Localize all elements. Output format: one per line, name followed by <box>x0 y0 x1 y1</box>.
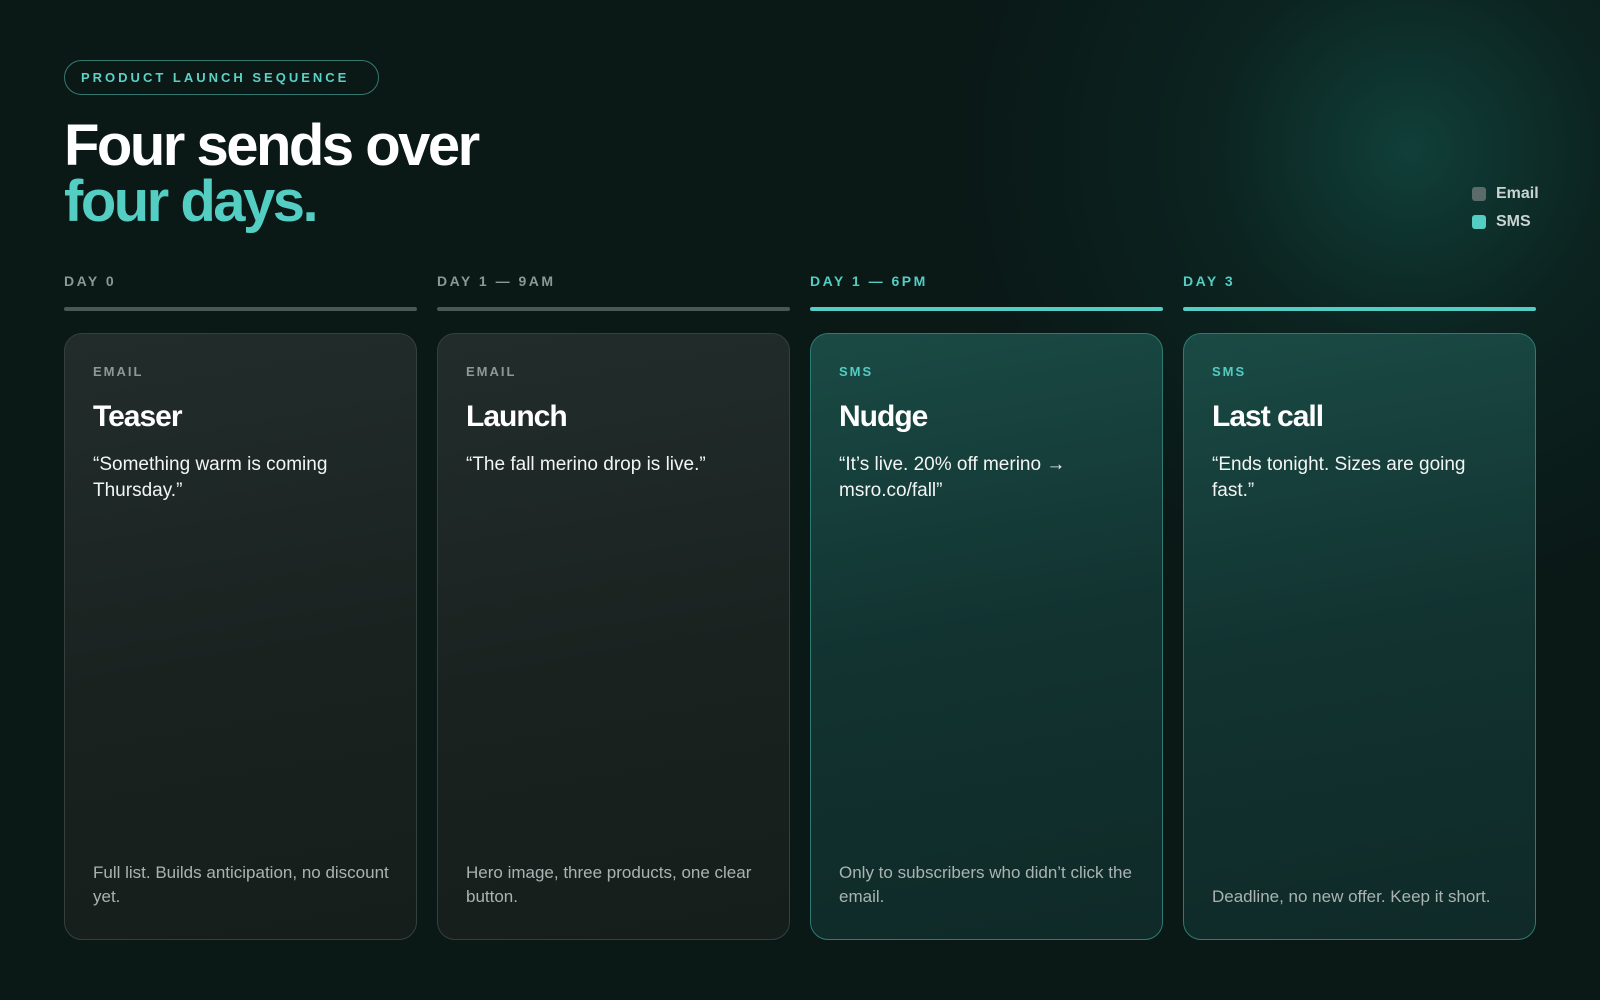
send-channel-label: SMS <box>1212 364 1247 379</box>
legend-label-sms: SMS <box>1496 213 1531 230</box>
send-card-teaser[interactable]: EMAIL Teaser “Something warm is coming T… <box>64 333 417 940</box>
legend-item-sms: SMS <box>1472 208 1539 236</box>
timeline-day-label: DAY 3 <box>1183 273 1236 289</box>
timeline-column-day-0: DAY 0 EMAIL Teaser “Something warm is co… <box>64 270 417 940</box>
send-note: Full list. Builds anticipation, no disco… <box>93 863 389 906</box>
timeline-column-day-1-9am: DAY 1 — 9AM EMAIL Launch “The fall merin… <box>437 270 790 940</box>
sms-swatch-icon <box>1472 215 1486 229</box>
timeline-column-day-1-6pm: DAY 1 — 6PM SMS Nudge “It’s live. 20% of… <box>810 270 1163 940</box>
send-message-quote: “Ends tonight. Sizes are going fast.” <box>1212 454 1466 501</box>
send-channel-label: EMAIL <box>93 364 144 379</box>
send-channel-label: SMS <box>839 364 874 379</box>
legend-item-email: Email <box>1472 180 1539 208</box>
send-card-last-call[interactable]: SMS Last call “Ends tonight. Sizes are g… <box>1183 333 1536 940</box>
send-message-quote: “Something warm is coming Thursday.” <box>93 454 328 501</box>
send-message-quote: “The fall merino drop is live.” <box>466 454 706 475</box>
legend-label-email: Email <box>1496 185 1539 202</box>
page-title: Four sends over four days. <box>64 113 480 234</box>
send-title: Teaser <box>93 400 183 433</box>
send-title: Nudge <box>839 400 928 433</box>
send-card-nudge[interactable]: SMS Nudge “It’s live. 20% off merino → m… <box>810 333 1163 940</box>
send-message-quote: “It’s live. 20% off merino → msro.co/fal… <box>839 454 1066 501</box>
page-title-line2: four days. <box>64 169 319 234</box>
send-note: Hero image, three products, one clear bu… <box>466 863 752 906</box>
timeline-day-label: DAY 0 <box>64 273 117 289</box>
send-channel-label: EMAIL <box>466 364 517 379</box>
email-swatch-icon <box>1472 187 1486 201</box>
send-note: Only to subscribers who didn’t click the… <box>839 863 1132 906</box>
timeline-bar <box>810 307 1163 311</box>
send-note: Deadline, no new offer. Keep it short. <box>1212 887 1491 906</box>
timeline-bar <box>437 307 790 311</box>
send-title: Last call <box>1212 400 1324 433</box>
timeline-day-label: DAY 1 — 6PM <box>810 273 928 289</box>
channel-legend: Email SMS <box>1472 180 1539 236</box>
send-title: Launch <box>466 400 568 433</box>
timeline-bar <box>64 307 417 311</box>
timeline-bar <box>1183 307 1536 311</box>
timeline-day-label: DAY 1 — 9AM <box>437 273 556 289</box>
page-title-line1: Four sends over <box>64 113 480 178</box>
timeline-column-day-3: DAY 3 SMS Last call “Ends tonight. Sizes… <box>1183 270 1536 940</box>
send-card-launch[interactable]: EMAIL Launch “The fall merino drop is li… <box>437 333 790 940</box>
sequence-eyebrow-pill: PRODUCT LAUNCH SEQUENCE <box>64 60 379 95</box>
